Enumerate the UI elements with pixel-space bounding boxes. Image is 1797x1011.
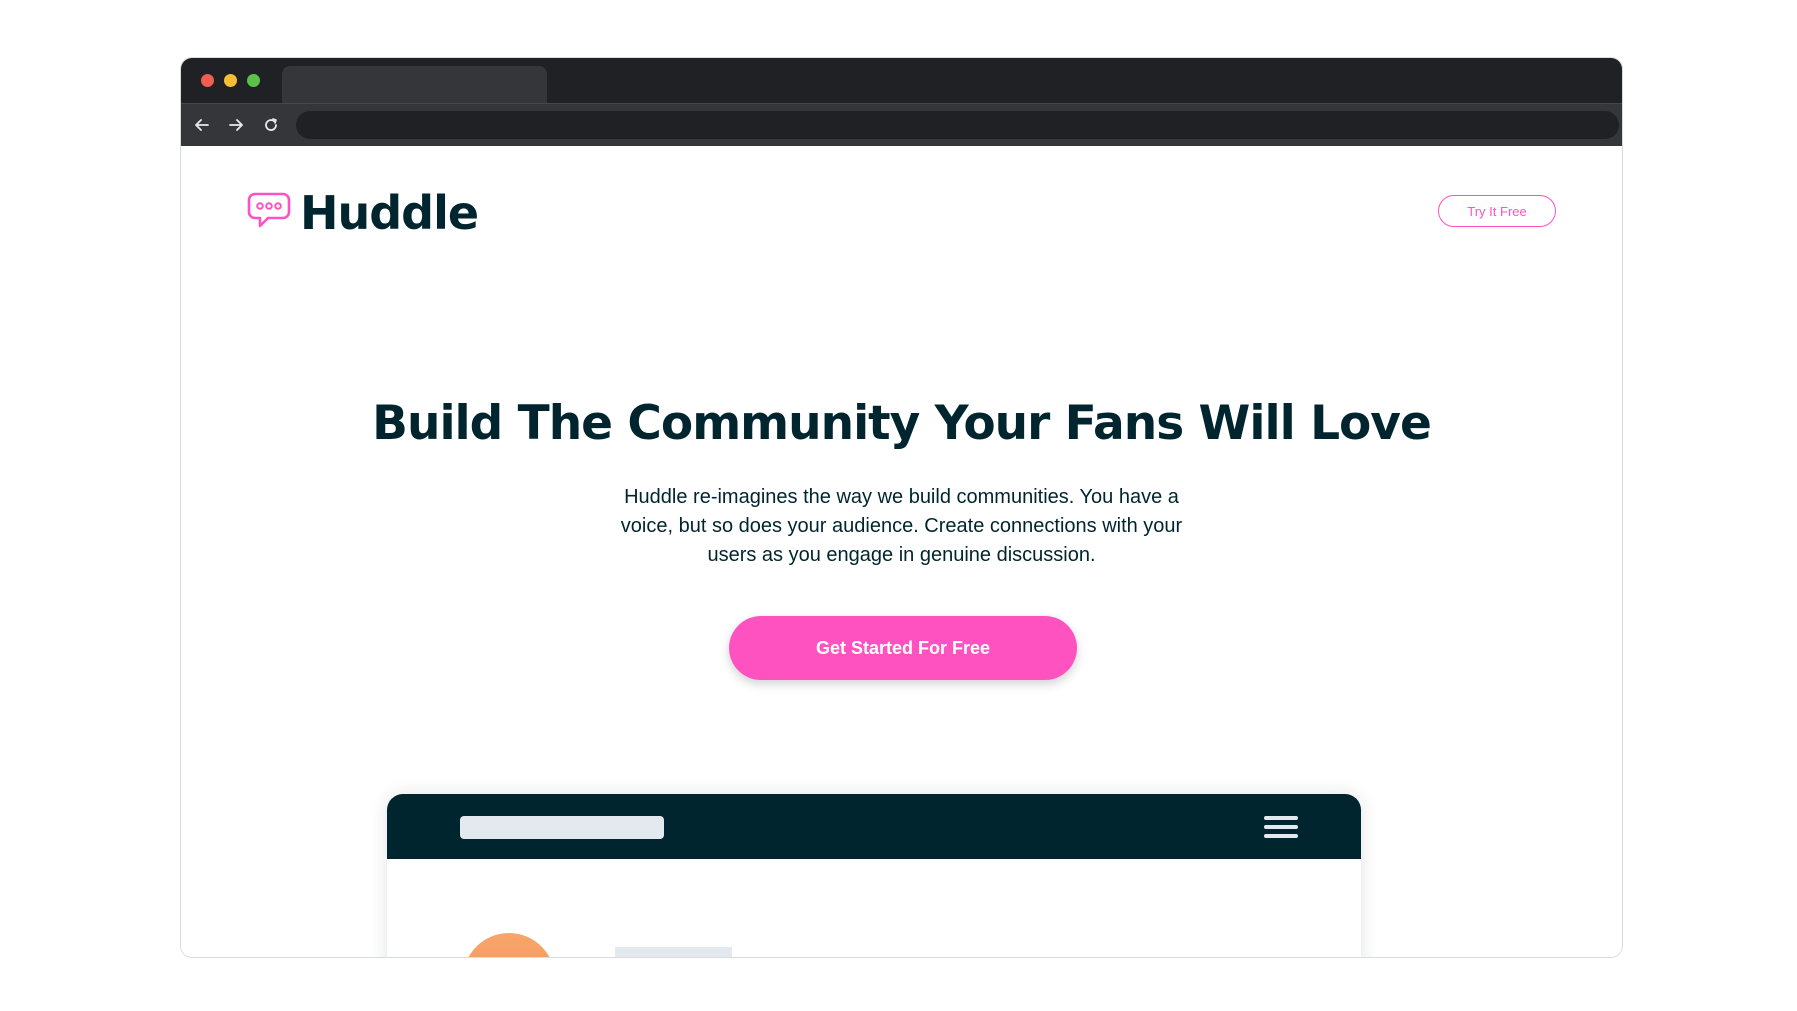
address-bar[interactable]: [296, 111, 1619, 139]
try-it-free-button[interactable]: Try It Free: [1438, 195, 1556, 227]
mockup-text-placeholder: [615, 947, 732, 957]
reload-icon[interactable]: [260, 114, 282, 136]
huddle-logo[interactable]: Huddle: [246, 186, 479, 240]
browser-window: Huddle Try It Free Build The Community Y…: [180, 57, 1623, 958]
speech-bubble-icon: [246, 191, 292, 235]
get-started-button[interactable]: Get Started For Free: [729, 616, 1077, 680]
maximize-window-button[interactable]: [247, 74, 260, 87]
mockup-search-placeholder: [460, 816, 664, 839]
hero-headline: Build The Community Your Fans Will Love: [372, 396, 1432, 451]
close-window-button[interactable]: [201, 74, 214, 87]
browser-tab[interactable]: [282, 66, 547, 103]
arrow-right-icon[interactable]: [225, 114, 247, 136]
minimize-window-button[interactable]: [224, 74, 237, 87]
app-mockup-illustration: [387, 794, 1361, 957]
mockup-header: [387, 794, 1361, 859]
hamburger-menu-icon: [1264, 816, 1298, 838]
browser-tab-bar: [181, 58, 1622, 103]
hero-description: Huddle re-imagines the way we build comm…: [620, 486, 1183, 566]
browser-nav-bar: [181, 103, 1622, 146]
mockup-avatar: [463, 933, 555, 957]
logo-wordmark: Huddle: [300, 186, 479, 240]
arrow-left-icon[interactable]: [191, 114, 213, 136]
web-page: Huddle Try It Free Build The Community Y…: [181, 146, 1622, 957]
window-controls: [201, 74, 260, 87]
hero-description-wrap: Huddle re-imagines the way we build comm…: [181, 483, 1622, 570]
